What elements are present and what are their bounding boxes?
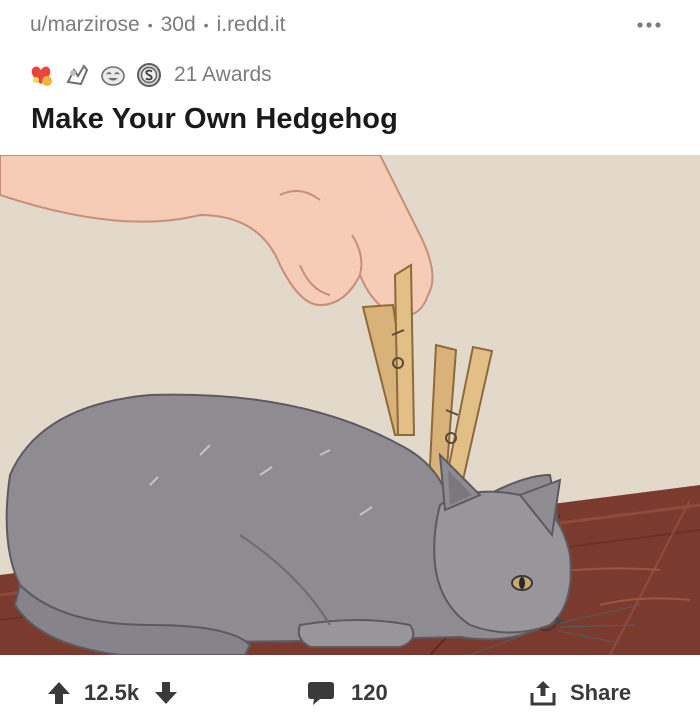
domain-link[interactable]: i.redd.it <box>217 13 286 37</box>
vote-group: 12.5k <box>46 677 179 709</box>
author-link[interactable]: u/marzirose <box>30 13 140 37</box>
awards-count: 21 Awards <box>174 63 272 86</box>
more-options-button[interactable] <box>632 12 666 38</box>
post-meta-row: u/marzirose • 30d • i.redd.it <box>30 10 670 40</box>
upvote-arrow-icon <box>48 682 70 704</box>
post-image[interactable] <box>0 155 700 655</box>
tearing-up-award-icon <box>64 62 90 88</box>
post-action-bar: 12.5k 120 Share <box>0 663 700 723</box>
share-label: Share <box>570 680 632 705</box>
laughing-face-award-icon <box>100 62 126 88</box>
downvote-button[interactable] <box>153 680 179 706</box>
comment-bubble-icon <box>308 682 334 705</box>
cat-clothespin-illustration <box>0 155 700 655</box>
meta-separator: • <box>147 17 153 33</box>
silver-coin-award-icon <box>136 62 162 88</box>
comments-button[interactable]: 120 <box>307 677 388 709</box>
wholesome-heart-award-icon <box>28 62 54 88</box>
post-title[interactable]: Make Your Own Hedgehog <box>31 103 398 136</box>
more-options-icon <box>637 22 661 28</box>
awards-row[interactable]: 21 Awards <box>28 58 272 92</box>
meta-separator: • <box>203 17 209 33</box>
reddit-post-card: u/marzirose • 30d • i.redd.it 21 Awards … <box>0 0 700 723</box>
post-age: 30d <box>160 13 196 36</box>
upvote-button[interactable] <box>46 680 72 706</box>
downvote-arrow-icon <box>155 682 178 704</box>
share-button[interactable]: Share <box>530 677 631 709</box>
vote-count: 12.5k <box>84 680 140 705</box>
comments-count: 120 <box>351 680 388 705</box>
share-icon <box>530 681 556 706</box>
